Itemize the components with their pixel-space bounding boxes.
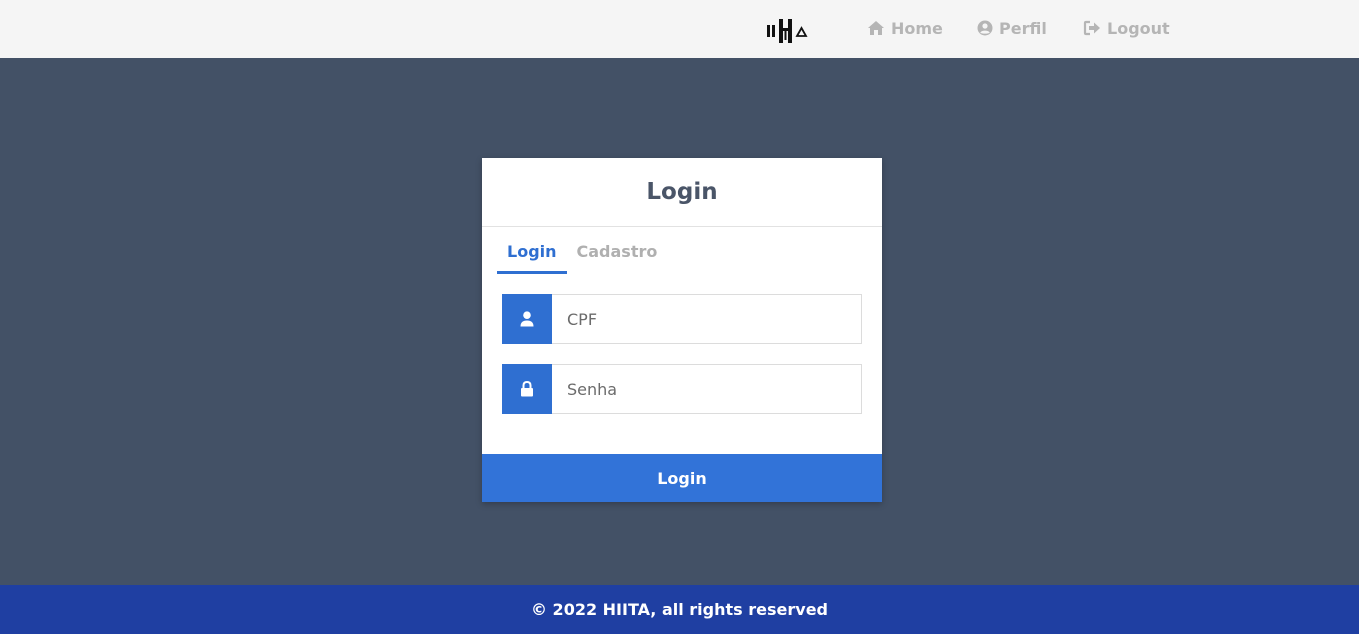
nav-logout-link[interactable]: Logout [1083,17,1170,39]
home-icon [868,21,884,35]
senha-field-icon-box [502,364,552,414]
cpf-input[interactable] [552,294,862,344]
nav-perfil-link[interactable]: Perfil [977,17,1047,39]
nav-logout-label: Logout [1107,18,1170,38]
cpf-field-group [502,294,862,344]
sign-out-icon [1083,20,1100,36]
tab-bar: Login Cadastro [497,242,667,274]
tab-login[interactable]: Login [497,242,567,274]
footer-copyright: © 2022 HIITA, all rights reserved [530,600,828,619]
card-header: Login [482,158,882,227]
lock-icon [521,381,533,397]
login-button[interactable]: Login [482,454,882,502]
user-circle-icon [977,20,993,36]
senha-input[interactable] [552,364,862,414]
footer: © 2022 HIITA, all rights reserved [0,585,1359,634]
cpf-field-icon-box [502,294,552,344]
card-title: Login [646,179,718,205]
user-icon [520,311,534,327]
logo[interactable] [766,17,808,45]
nav-perfil-label: Perfil [999,18,1047,38]
login-card: Login Login Cadastro Login [482,158,882,502]
navbar: Home Perfil Logout [0,0,1359,58]
nav-home-label: Home [891,18,943,38]
tab-cadastro[interactable]: Cadastro [567,242,668,274]
nav-home-link[interactable]: Home [867,17,943,39]
senha-field-group [502,364,862,414]
